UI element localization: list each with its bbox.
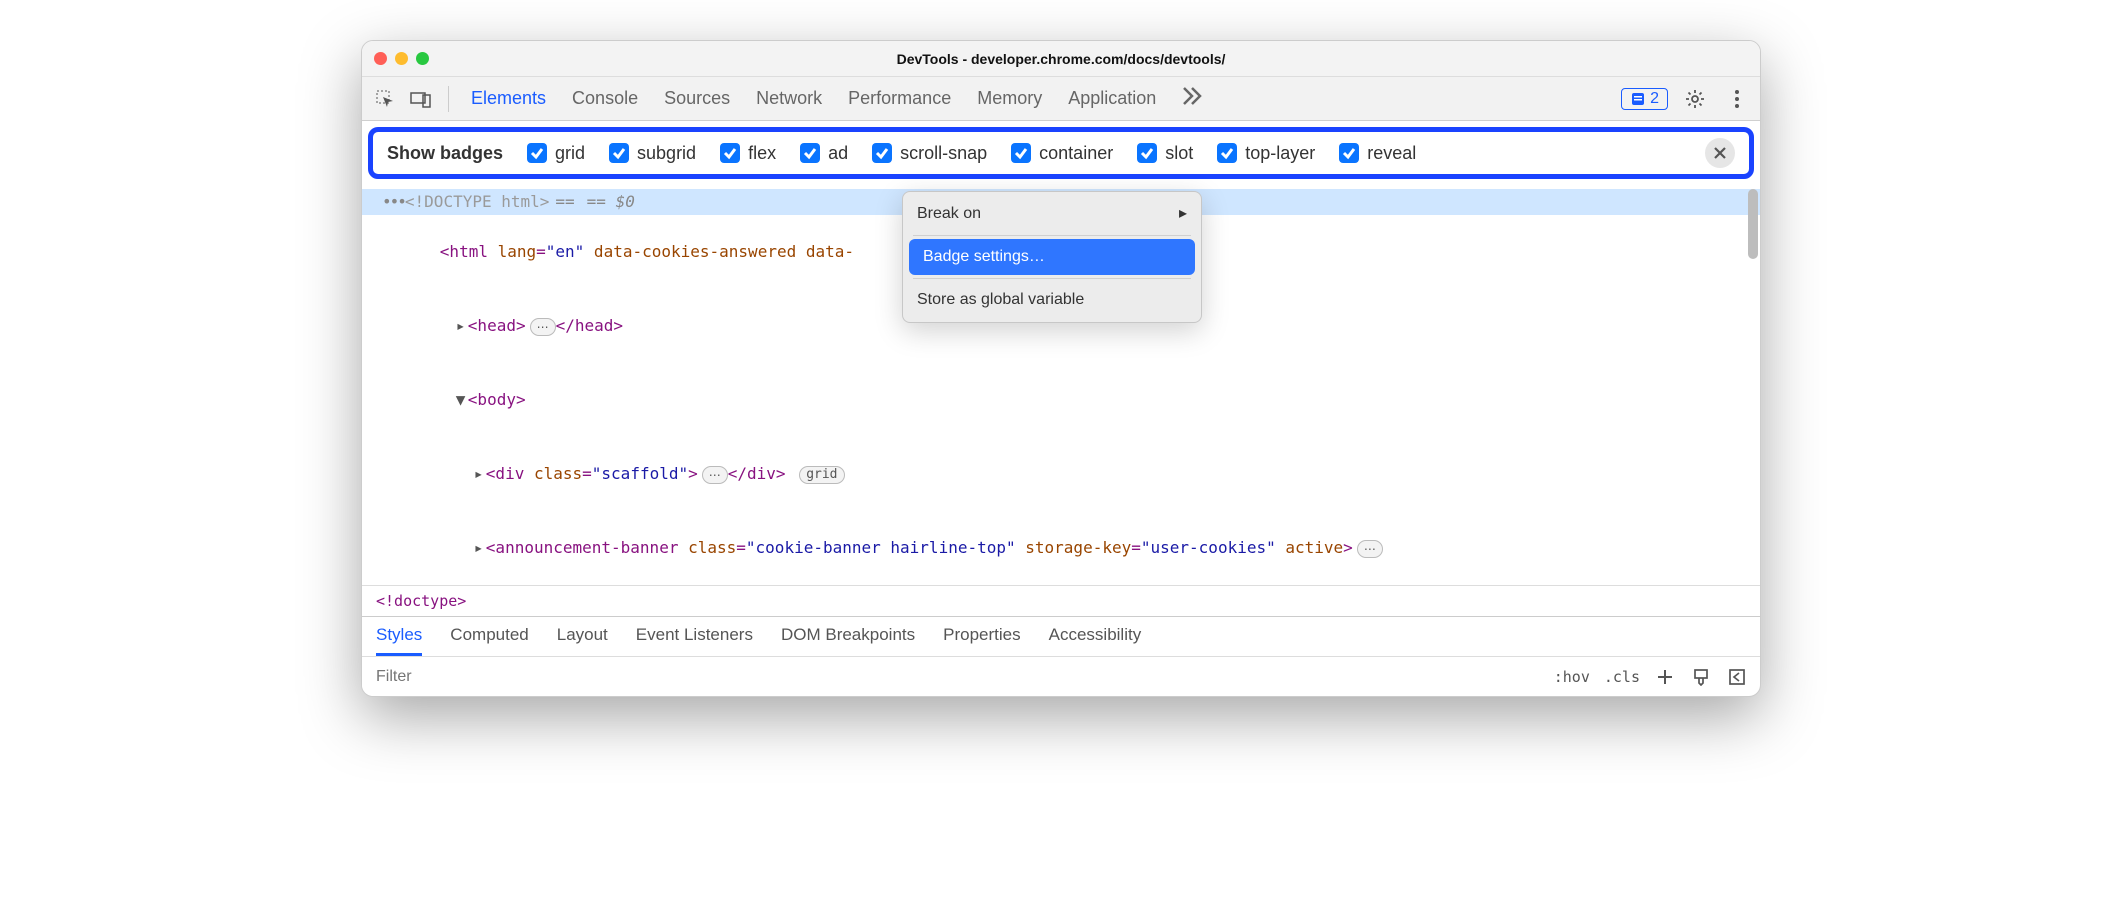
badge-checkbox-container[interactable]: container xyxy=(1011,143,1113,164)
ellipsis-icon[interactable]: ⋯ xyxy=(530,318,556,336)
paintbrush-icon[interactable] xyxy=(1690,666,1712,688)
checkbox-icon xyxy=(800,143,820,163)
tab-elements[interactable]: Elements xyxy=(471,88,546,109)
styles-tab-event-listeners[interactable]: Event Listeners xyxy=(636,625,753,656)
titlebar: DevTools - developer.chrome.com/docs/dev… xyxy=(362,41,1760,77)
styles-filter-actions: :hov .cls xyxy=(1542,666,1760,688)
styles-tab-computed[interactable]: Computed xyxy=(450,625,528,656)
close-window-button[interactable] xyxy=(374,52,387,65)
maximize-window-button[interactable] xyxy=(416,52,429,65)
context-menu-badge-settings[interactable]: Badge settings… xyxy=(909,239,1195,275)
badge-checkbox-ad[interactable]: ad xyxy=(800,143,848,164)
chevron-right-icon: ▸ xyxy=(1179,202,1187,226)
computed-panel-icon[interactable] xyxy=(1726,666,1748,688)
styles-tab-dom-breakpoints[interactable]: DOM Breakpoints xyxy=(781,625,915,656)
badge-checkbox-subgrid[interactable]: subgrid xyxy=(609,143,696,164)
styles-tab-properties[interactable]: Properties xyxy=(943,625,1020,656)
styles-filter-input[interactable] xyxy=(362,657,1542,696)
badge-checkbox-grid[interactable]: grid xyxy=(527,143,585,164)
close-badges-bar-button[interactable] xyxy=(1705,138,1735,168)
hov-button[interactable]: :hov xyxy=(1554,668,1590,686)
styles-tab-styles[interactable]: Styles xyxy=(376,625,422,656)
badge-checkbox-top-layer[interactable]: top-layer xyxy=(1217,143,1315,164)
tab-console[interactable]: Console xyxy=(572,88,638,109)
checkbox-icon xyxy=(1011,143,1031,163)
badge-checkbox-scroll-snap[interactable]: scroll-snap xyxy=(872,143,987,164)
issues-badge[interactable]: 2 xyxy=(1621,88,1668,110)
styles-filter-row: :hov .cls xyxy=(362,656,1760,696)
context-menu-separator xyxy=(913,278,1191,279)
cls-button[interactable]: .cls xyxy=(1604,668,1640,686)
styles-tab-accessibility[interactable]: Accessibility xyxy=(1049,625,1142,656)
inspect-element-icon[interactable] xyxy=(370,84,400,114)
tab-memory[interactable]: Memory xyxy=(977,88,1042,109)
toolbar-right: 2 xyxy=(1621,84,1752,114)
minimize-window-button[interactable] xyxy=(395,52,408,65)
checkbox-icon xyxy=(1137,143,1157,163)
checkbox-icon xyxy=(720,143,740,163)
badge-checkbox-flex[interactable]: flex xyxy=(720,143,776,164)
checkbox-icon xyxy=(609,143,629,163)
styles-tabs: Styles Computed Layout Event Listeners D… xyxy=(362,616,1760,656)
ellipsis-icon[interactable]: ⋯ xyxy=(1357,540,1383,558)
settings-icon[interactable] xyxy=(1680,84,1710,114)
ellipsis-icon[interactable]: ⋯ xyxy=(702,466,728,484)
checkbox-icon xyxy=(527,143,547,163)
dom-line-div[interactable]: ▸<div class="scaffold">⋯</div> grid xyxy=(362,437,1760,511)
show-badges-label: Show badges xyxy=(387,143,503,164)
grid-badge[interactable]: grid xyxy=(799,466,844,484)
toolbar-divider xyxy=(448,86,449,112)
checkbox-icon xyxy=(872,143,892,163)
context-menu-store-global[interactable]: Store as global variable xyxy=(903,282,1201,318)
devtools-window: DevTools - developer.chrome.com/docs/dev… xyxy=(361,40,1761,697)
panel-tabs: Elements Console Sources Network Perform… xyxy=(461,87,1615,110)
checkbox-icon xyxy=(1339,143,1359,163)
dom-line-body[interactable]: ▼<body> xyxy=(362,363,1760,437)
tab-application[interactable]: Application xyxy=(1068,88,1156,109)
tab-performance[interactable]: Performance xyxy=(848,88,951,109)
badge-checkbox-reveal[interactable]: reveal xyxy=(1339,143,1416,164)
window-title: DevTools - developer.chrome.com/docs/dev… xyxy=(897,51,1226,67)
badge-checkbox-slot[interactable]: slot xyxy=(1137,143,1193,164)
more-tabs-icon[interactable] xyxy=(1182,87,1204,110)
context-menu-separator xyxy=(913,235,1191,236)
device-toolbar-icon[interactable] xyxy=(406,84,436,114)
traffic-lights xyxy=(374,52,429,65)
dom-tree[interactable]: •••<!DOCTYPE html>==== $0 <html lang="en… xyxy=(362,185,1760,585)
issues-count: 2 xyxy=(1650,90,1659,108)
tab-sources[interactable]: Sources xyxy=(664,88,730,109)
context-menu-break-on[interactable]: Break on ▸ xyxy=(903,196,1201,232)
more-menu-icon[interactable] xyxy=(1722,84,1752,114)
breadcrumb[interactable]: <!doctype> xyxy=(362,585,1760,616)
show-badges-bar: Show badges grid subgrid flex ad scroll-… xyxy=(368,127,1754,179)
checkbox-icon xyxy=(1217,143,1237,163)
tab-network[interactable]: Network xyxy=(756,88,822,109)
plus-icon[interactable] xyxy=(1654,666,1676,688)
dom-line-announcement[interactable]: ▸<announcement-banner class="cookie-bann… xyxy=(362,511,1760,585)
main-toolbar: Elements Console Sources Network Perform… xyxy=(362,77,1760,121)
dom-scrollbar[interactable] xyxy=(1748,189,1758,581)
context-menu: Break on ▸ Badge settings… Store as glob… xyxy=(902,191,1202,323)
styles-tab-layout[interactable]: Layout xyxy=(557,625,608,656)
